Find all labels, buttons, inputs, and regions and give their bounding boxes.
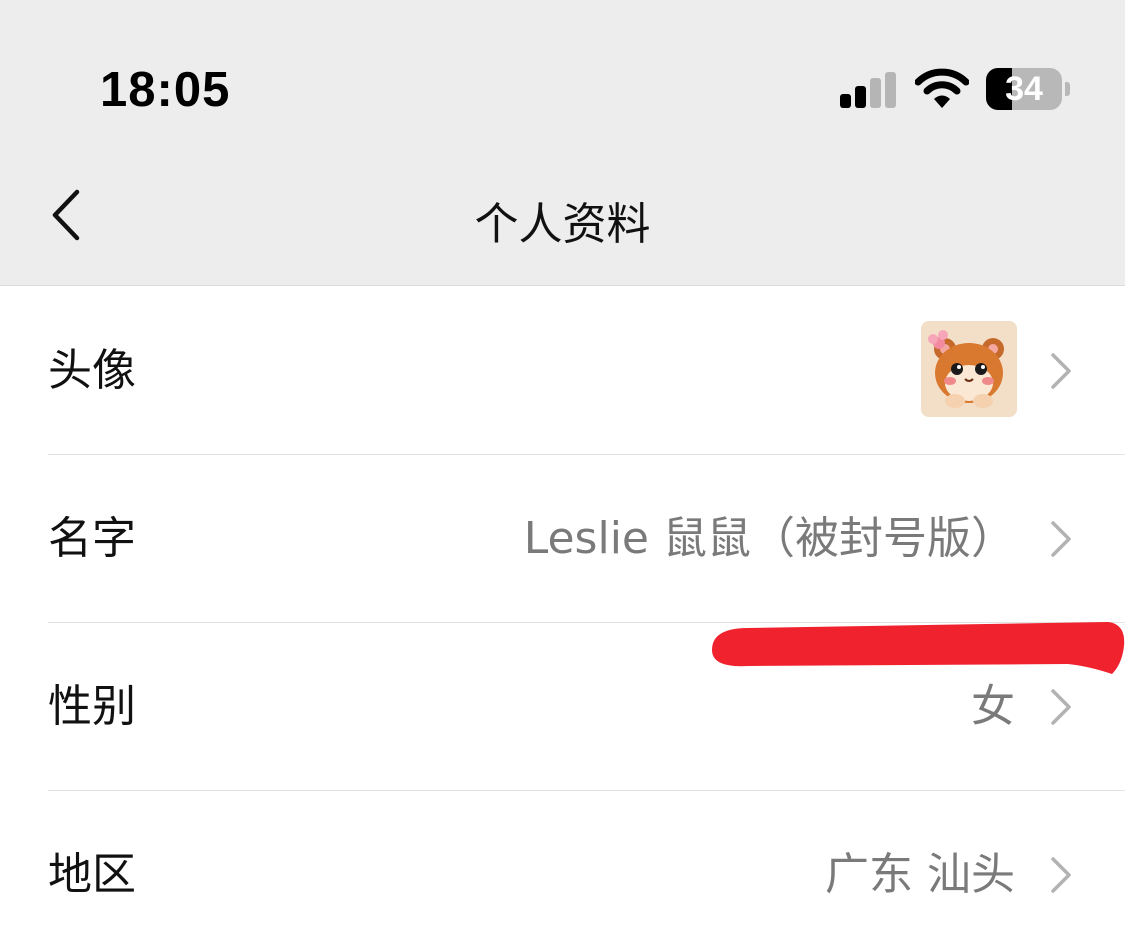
- battery-level: 34: [1005, 70, 1043, 108]
- row-region[interactable]: 地区 广东 汕头: [0, 791, 1125, 952]
- status-time: 18:05: [100, 63, 231, 117]
- row-name[interactable]: 名字 Leslie 鼠鼠（被封号版）: [0, 455, 1125, 623]
- row-value: 广东 汕头: [825, 849, 1015, 900]
- page-title: 个人资料: [474, 199, 651, 250]
- chevron-right-icon: [1051, 689, 1071, 725]
- row-label: 名字: [48, 513, 136, 564]
- nav-bar: 个人资料: [0, 150, 1125, 286]
- chevron-right-icon: [1051, 857, 1071, 893]
- redaction-mark: [712, 622, 1125, 674]
- battery-nub: [1065, 82, 1070, 96]
- row-label: 头像: [48, 345, 136, 396]
- row-label: 地区: [48, 849, 136, 900]
- hamster-avatar-icon: [921, 321, 1017, 417]
- row-label: 性别: [48, 681, 136, 732]
- wifi-icon: [915, 68, 969, 108]
- cellular-signal-icon: [840, 72, 900, 108]
- status-bar: 18:05 34: [0, 0, 1125, 150]
- battery-icon: 34: [986, 68, 1062, 110]
- chevron-right-icon: [1051, 521, 1071, 557]
- row-avatar[interactable]: 头像: [0, 287, 1125, 455]
- row-value: Leslie 鼠鼠（被封号版）: [523, 513, 1015, 564]
- chevron-right-icon: [1051, 353, 1071, 389]
